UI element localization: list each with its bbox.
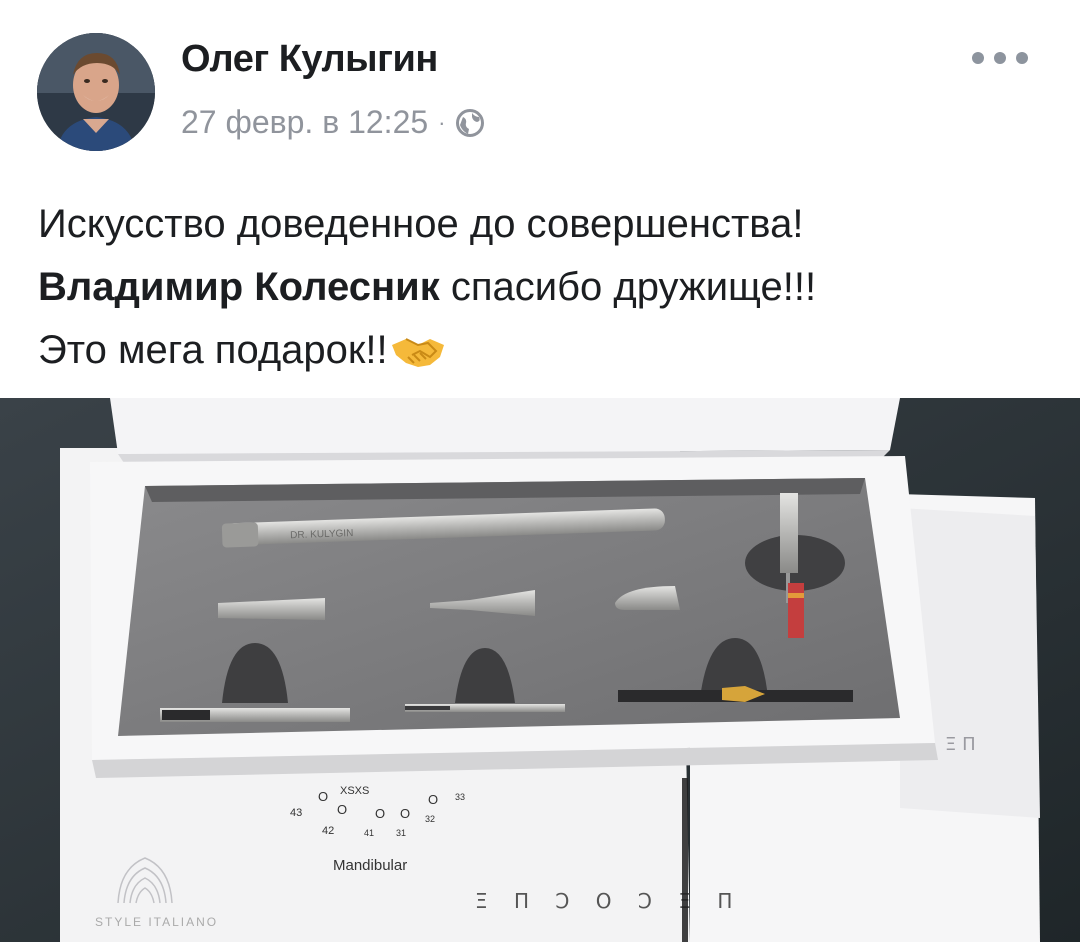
handshake-icon: [390, 325, 446, 367]
more-options-icon[interactable]: [972, 44, 1028, 72]
tooth-33: 33: [455, 792, 465, 802]
tooth-42: 42: [322, 825, 334, 837]
avatar-photo: [37, 33, 155, 151]
svg-text:O: O: [318, 789, 328, 804]
message-line-1: Искусство доведенное до совершенства!: [38, 202, 804, 246]
photo-content: DR. KULYGIN Ξ Π O XSXS O 43 O O O 42 41 …: [0, 398, 1080, 942]
message-line-2-rest: спасибо дружище!!!: [439, 265, 817, 309]
brand-small: Ξ Π: [945, 734, 976, 755]
engraving-text: DR. KULYGIN: [290, 528, 354, 541]
tooth-43: 43: [290, 807, 302, 819]
svg-text:O: O: [400, 806, 410, 821]
post-meta: 27 февр. в 12:25 ·: [181, 104, 485, 141]
author-name[interactable]: Олег Кулыгин: [181, 38, 438, 81]
message-line-2: Владимир Колесник спасибо дружище!!!: [38, 256, 1048, 319]
message-line-3: Это мега подарок!!: [38, 319, 1048, 382]
svg-text:O: O: [337, 802, 347, 817]
dot: [994, 52, 1006, 64]
tooth-31: 31: [396, 828, 406, 838]
post-header: Олег Кулыгин 27 февр. в 12:25 ·: [0, 0, 1080, 175]
post-photo[interactable]: DR. KULYGIN Ξ Π O XSXS O 43 O O O 42 41 …: [0, 398, 1080, 942]
mandibular-label: Mandibular: [333, 857, 407, 874]
tooth-41: 41: [364, 828, 374, 838]
svg-text:XSXS: XSXS: [340, 785, 369, 797]
brand-italiano: STYLE ITALIANO: [95, 915, 218, 929]
author-avatar[interactable]: [37, 33, 155, 151]
post-timestamp[interactable]: 27 февр. в 12:25: [181, 104, 428, 141]
svg-text:O: O: [428, 792, 438, 807]
post-message: Искусство доведенное до совершенства! Вл…: [38, 193, 1048, 382]
facebook-post: Олег Кулыгин 27 февр. в 12:25 · Искусств…: [0, 0, 1080, 942]
tooth-32: 32: [425, 814, 435, 824]
dot: [1016, 52, 1028, 64]
dot: [972, 52, 984, 64]
mention-link[interactable]: Владимир Колесник: [38, 265, 440, 309]
meta-separator: ·: [438, 109, 446, 135]
globe-icon[interactable]: [455, 108, 485, 138]
brand-endopen: Ξ Π Ͻ Ο Ͻ Ξ Π: [475, 889, 742, 913]
svg-text:O: O: [375, 806, 385, 821]
message-line-3-text: Это мега подарок!!: [38, 328, 388, 372]
